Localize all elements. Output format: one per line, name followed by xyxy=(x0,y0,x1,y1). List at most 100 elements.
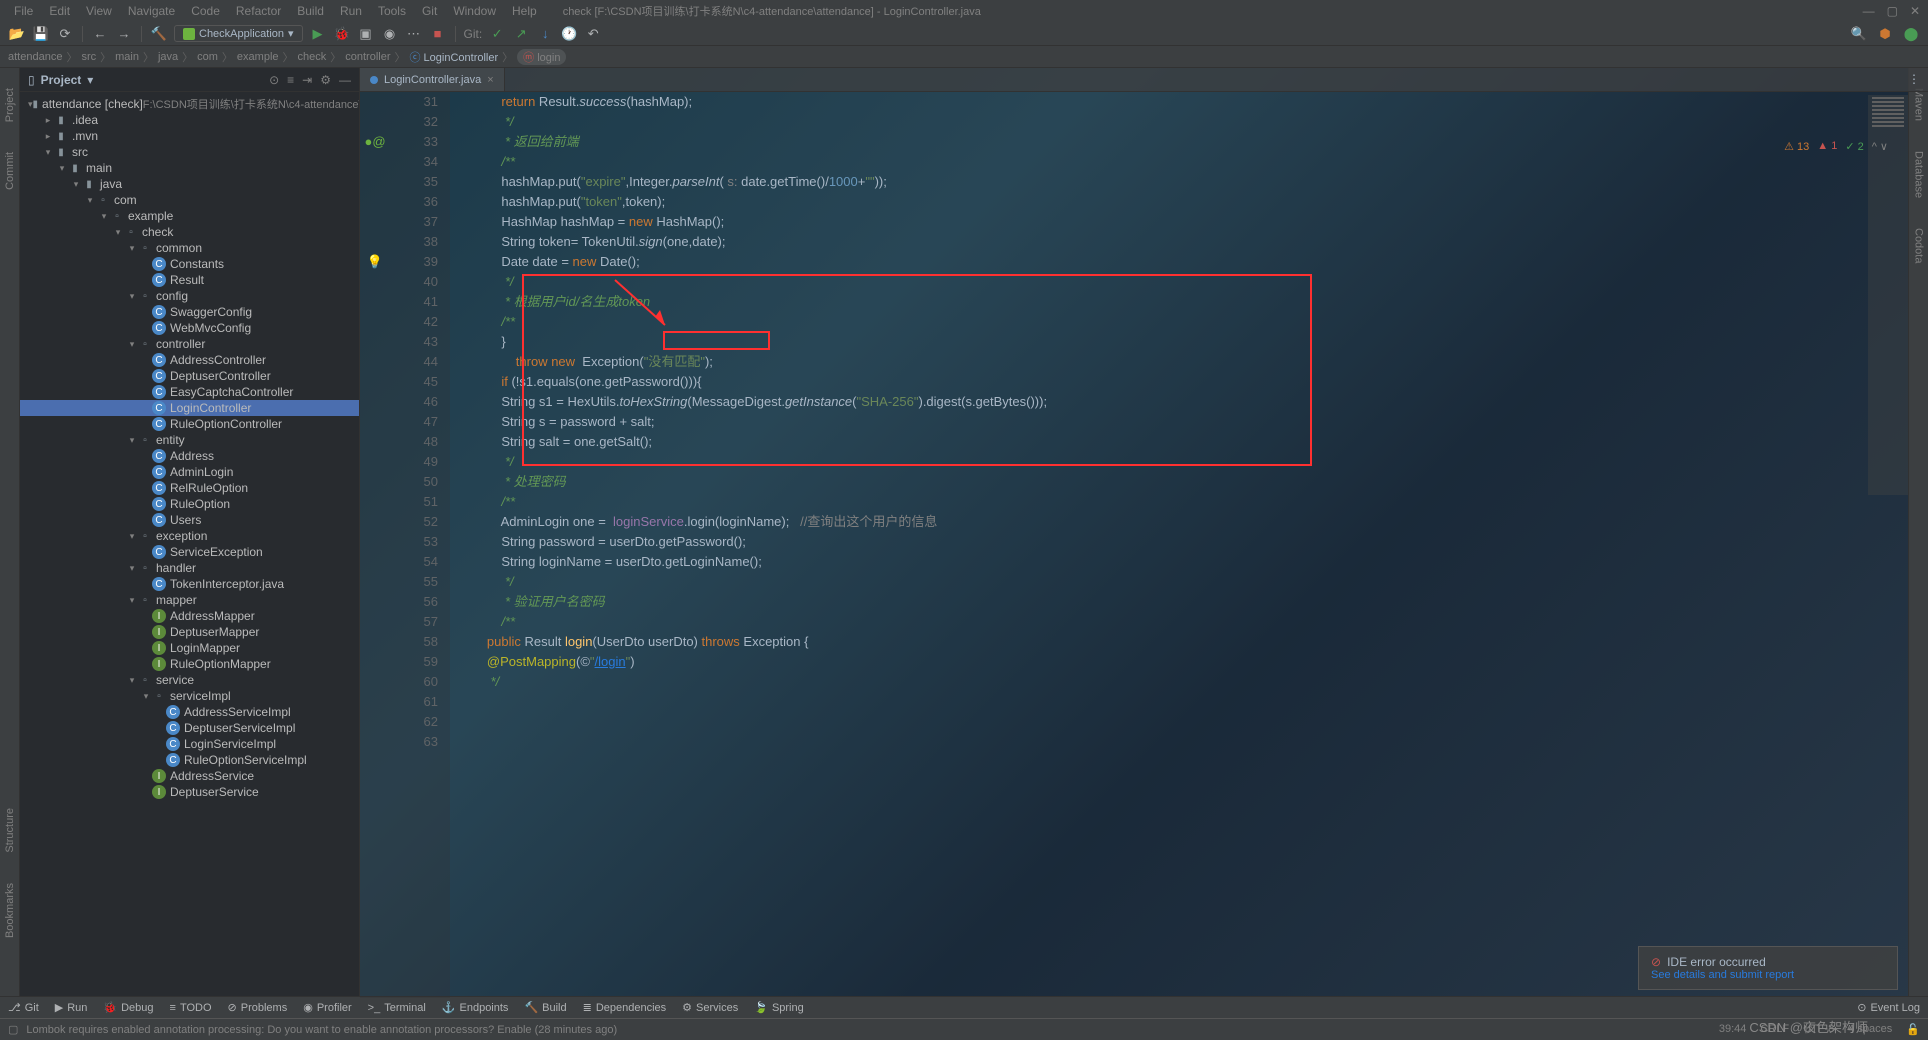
search-icon[interactable]: 🔍 xyxy=(1850,25,1868,43)
tree-node[interactable]: ▾▮src xyxy=(20,144,359,160)
tree-node[interactable]: CRelRuleOption xyxy=(20,480,359,496)
menu-refactor[interactable]: Refactor xyxy=(230,2,287,20)
error-notification[interactable]: ⊘IDE error occurred See details and subm… xyxy=(1638,946,1898,990)
tree-node[interactable]: CRuleOption xyxy=(20,496,359,512)
editor-tab[interactable]: LoginController.java × xyxy=(360,68,505,91)
breadcrumb-item[interactable]: controller xyxy=(345,51,390,63)
tree-node[interactable]: ▾▫config xyxy=(20,288,359,304)
tool-problems[interactable]: ⊘Problems xyxy=(228,1001,288,1014)
collapse-icon[interactable]: ⇥ xyxy=(302,73,312,87)
tree-node[interactable]: CDeptuserController xyxy=(20,368,359,384)
tree-node[interactable]: CAdminLogin xyxy=(20,464,359,480)
tree-node[interactable]: ▾▫exception xyxy=(20,528,359,544)
menu-help[interactable]: Help xyxy=(506,2,543,20)
menu-edit[interactable]: Edit xyxy=(43,2,76,20)
tree-node[interactable]: CUsers xyxy=(20,512,359,528)
code-editor[interactable]: ●@💡 313233343536373839404142434445464748… xyxy=(360,92,1928,998)
tree-node[interactable]: ▾▫service xyxy=(20,672,359,688)
tree-node[interactable]: ▾▮attendance [check] F:\CSDN项目训练\打卡系统N\c… xyxy=(20,96,359,112)
breadcrumb-item[interactable]: ⓒ LoginController xyxy=(410,49,499,65)
tree-node[interactable]: CAddressServiceImpl xyxy=(20,704,359,720)
tool-debug[interactable]: 🐞Debug xyxy=(103,1001,153,1014)
tool-services[interactable]: ⚙Services xyxy=(682,1001,738,1014)
tree-node[interactable]: CResult xyxy=(20,272,359,288)
breadcrumb-item[interactable]: example xyxy=(237,51,279,63)
tab-menu-icon[interactable]: ⋮ xyxy=(1900,68,1928,91)
menu-build[interactable]: Build xyxy=(291,2,330,20)
tree-node[interactable]: CAddress xyxy=(20,448,359,464)
menu-git[interactable]: Git xyxy=(416,2,443,20)
minimap[interactable] xyxy=(1868,95,1908,495)
attach-icon[interactable]: ⋯ xyxy=(405,25,423,43)
readonly-icon[interactable]: 🔓 xyxy=(1906,1023,1920,1036)
tool-endpoints[interactable]: ⚓Endpoints xyxy=(442,1001,509,1014)
profile-icon[interactable]: ◉ xyxy=(381,25,399,43)
tree-node[interactable]: CTokenInterceptor.java xyxy=(20,576,359,592)
tool-spring[interactable]: 🍃Spring xyxy=(754,1001,804,1014)
maximize-icon[interactable]: ▢ xyxy=(1887,4,1898,18)
run-configuration[interactable]: CheckApplication ▾ xyxy=(174,25,303,42)
commit-tool-button[interactable]: Commit xyxy=(4,152,16,190)
breadcrumb-item[interactable]: java xyxy=(158,51,178,63)
inspection-status[interactable]: ⚠ 13 ▲ 1 ✓ 2 ^ ∨ xyxy=(1784,140,1888,153)
tree-node[interactable]: CConstants xyxy=(20,256,359,272)
tree-node[interactable]: CWebMvcConfig xyxy=(20,320,359,336)
tool-run[interactable]: ▶Run xyxy=(55,1001,88,1014)
project-tool-button[interactable]: Project xyxy=(4,88,16,122)
menu-navigate[interactable]: Navigate xyxy=(122,2,181,20)
menu-code[interactable]: Code xyxy=(185,2,226,20)
tree-node[interactable]: CAddressController xyxy=(20,352,359,368)
menu-run[interactable]: Run xyxy=(334,2,368,20)
git-push-icon[interactable]: ↓ xyxy=(536,25,554,43)
git-history-icon[interactable]: 🕐 xyxy=(560,25,578,43)
tree-node[interactable]: ▾▫handler xyxy=(20,560,359,576)
menu-tools[interactable]: Tools xyxy=(372,2,412,20)
close-tab-icon[interactable]: × xyxy=(487,74,493,86)
tree-node[interactable]: ▾▮main xyxy=(20,160,359,176)
forward-icon[interactable]: → xyxy=(115,25,133,43)
gear-icon[interactable]: ⚙ xyxy=(320,73,331,87)
sync-icon[interactable]: ⟳ xyxy=(56,25,74,43)
breadcrumb-item[interactable]: src xyxy=(81,51,96,63)
select-opened-icon[interactable]: ⊙ xyxy=(269,73,279,87)
tree-node[interactable]: CLoginController xyxy=(20,400,359,416)
ide-settings-icon[interactable]: ⬢ xyxy=(1876,25,1894,43)
close-icon[interactable]: ✕ xyxy=(1910,4,1920,18)
project-tree[interactable]: ▾▮attendance [check] F:\CSDN项目训练\打卡系统N\c… xyxy=(20,92,359,998)
tree-node[interactable]: CRuleOptionServiceImpl xyxy=(20,752,359,768)
tool-build[interactable]: 🔨Build xyxy=(524,1001,566,1014)
git-update-icon[interactable]: ✓ xyxy=(488,25,506,43)
tree-node[interactable]: IAddressMapper xyxy=(20,608,359,624)
tool-dependencies[interactable]: ≣Dependencies xyxy=(583,1001,667,1014)
tree-node[interactable]: ▾▫example xyxy=(20,208,359,224)
tree-node[interactable]: IDeptuserService xyxy=(20,784,359,800)
git-commit-icon[interactable]: ↗ xyxy=(512,25,530,43)
tree-node[interactable]: ▾▫mapper xyxy=(20,592,359,608)
tool-git[interactable]: ⎇Git xyxy=(8,1001,39,1014)
minimize-icon[interactable]: — xyxy=(1863,4,1875,18)
breadcrumb-item[interactable]: check xyxy=(298,51,327,63)
save-icon[interactable]: 💾 xyxy=(32,25,50,43)
tree-node[interactable]: ▾▫entity xyxy=(20,432,359,448)
tree-node[interactable]: CServiceException xyxy=(20,544,359,560)
status-icon[interactable]: ▢ xyxy=(8,1023,18,1036)
tree-node[interactable]: IDeptuserMapper xyxy=(20,624,359,640)
structure-tool-button[interactable]: Structure xyxy=(4,808,16,853)
notification-link[interactable]: See details and submit report xyxy=(1651,969,1885,981)
open-icon[interactable]: 📂 xyxy=(8,25,26,43)
git-rollback-icon[interactable]: ↶ xyxy=(584,25,602,43)
tree-node[interactable]: ▸▮.mvn xyxy=(20,128,359,144)
coverage-icon[interactable]: ▣ xyxy=(357,25,375,43)
tree-node[interactable]: ILoginMapper xyxy=(20,640,359,656)
build-icon[interactable]: 🔨 xyxy=(150,25,168,43)
tree-node[interactable]: ▾▫com xyxy=(20,192,359,208)
menu-file[interactable]: File xyxy=(8,2,39,20)
caret-position[interactable]: 39:44 xyxy=(1719,1023,1747,1036)
tree-node[interactable]: CRuleOptionController xyxy=(20,416,359,432)
debug-icon[interactable]: 🐞 xyxy=(333,25,351,43)
breadcrumb-item[interactable]: com xyxy=(197,51,218,63)
tool-terminal[interactable]: >_Terminal xyxy=(368,1002,426,1014)
expand-icon[interactable]: ≡ xyxy=(287,73,294,87)
chevron-down-icon[interactable]: ▾ xyxy=(87,73,93,87)
updates-icon[interactable]: ⬤ xyxy=(1902,25,1920,43)
